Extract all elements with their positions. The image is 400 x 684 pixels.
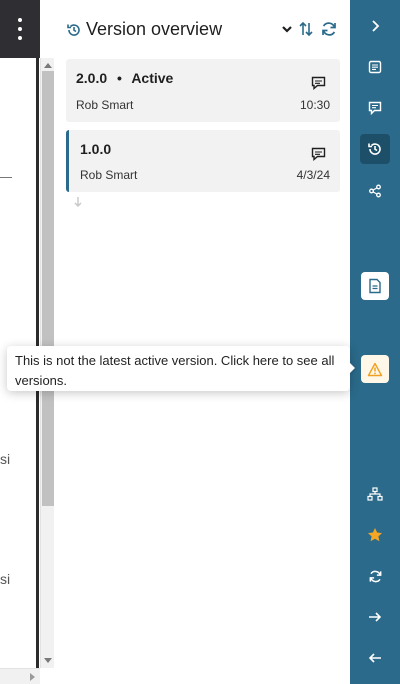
hierarchy-icon	[367, 487, 383, 501]
version-author: Rob Smart	[80, 168, 138, 182]
separator-dot: •	[117, 70, 122, 86]
chevron-right-icon	[372, 20, 380, 32]
history-icon	[67, 24, 80, 36]
document-toolbar	[0, 0, 40, 58]
sort-icon[interactable]	[297, 20, 315, 38]
right-sidebar	[350, 0, 400, 684]
comment-icon[interactable]	[311, 147, 326, 162]
arrow-down-icon	[74, 197, 82, 207]
warning-button[interactable]	[361, 355, 389, 383]
file-icon	[369, 278, 381, 294]
scroll-down-icon[interactable]	[44, 658, 52, 663]
more-options-icon[interactable]	[14, 18, 26, 40]
version-status: Active	[131, 70, 174, 86]
panel-title: Version overview	[86, 19, 223, 39]
expand-button[interactable]	[361, 12, 389, 40]
back-button[interactable]	[361, 644, 389, 672]
scrollbar-thumb[interactable]	[42, 71, 54, 506]
version-label: 2.0.0	[76, 70, 108, 86]
version-history-button[interactable]	[360, 134, 390, 164]
star-icon	[368, 528, 382, 542]
scroll-up-icon[interactable]	[44, 63, 52, 68]
scroll-right-icon[interactable]	[30, 673, 35, 681]
comments-icon	[368, 101, 382, 115]
document-rule	[0, 177, 12, 178]
document-icon	[368, 60, 382, 74]
history-icon	[368, 143, 381, 155]
share-button[interactable]	[361, 177, 389, 205]
document-pane: si si	[0, 0, 56, 684]
chevron-down-icon[interactable]	[278, 20, 296, 38]
version-number: 1.0.0	[80, 141, 112, 157]
refresh-icon[interactable]	[320, 20, 338, 38]
version-overview-panel: Version overview 2.0.0 • Active Rob Smar…	[56, 0, 350, 684]
panel-header: Version overview	[56, 0, 350, 58]
version-number: 2.0.0 • Active	[76, 70, 173, 86]
version-time: 10:30	[299, 98, 330, 112]
arrow-left-icon	[368, 653, 381, 663]
document-text-snippet: si	[0, 571, 11, 587]
version-card[interactable]: 2.0.0 • Active Rob Smart 10:30	[66, 59, 340, 122]
hierarchy-button[interactable]	[361, 480, 389, 508]
version-card-selected[interactable]: 1.0.0 Rob Smart 4/3/24	[66, 130, 340, 192]
version-author: Rob Smart	[76, 98, 134, 112]
document-text-snippet: si	[0, 451, 11, 467]
favorite-button[interactable]	[361, 521, 389, 549]
warning-icon	[367, 362, 383, 376]
comments-button[interactable]	[361, 94, 389, 122]
sync-icon	[369, 570, 381, 582]
forward-button[interactable]	[361, 603, 389, 631]
comment-icon[interactable]	[311, 76, 326, 91]
arrow-right-icon	[369, 612, 382, 622]
horizontal-scrollbar[interactable]	[0, 668, 40, 684]
file-card-button[interactable]	[361, 272, 389, 300]
document-button[interactable]	[361, 53, 389, 81]
tooltip-caret	[349, 362, 355, 374]
sync-button[interactable]	[361, 562, 389, 590]
version-time: 4/3/24	[296, 168, 330, 182]
version-warning-tooltip[interactable]: This is not the latest active version. C…	[7, 346, 350, 391]
share-icon	[369, 184, 381, 198]
